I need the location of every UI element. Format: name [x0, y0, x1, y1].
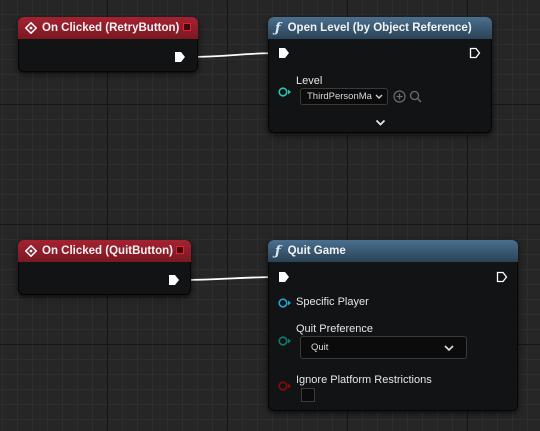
retry-event-title: On Clicked (RetryButton) [42, 22, 180, 34]
level-asset-value: ThirdPersonMa [307, 91, 372, 102]
quit-event-title: On Clicked (QuitButton) [42, 245, 173, 257]
quit-game-exec-out-pin[interactable] [496, 271, 508, 283]
quit-preference-dropdown[interactable]: Quit [300, 336, 467, 359]
quit-game-exec-in-pin[interactable] [278, 271, 290, 283]
plus-circle-icon[interactable] [393, 90, 406, 103]
open-level-title: Open Level (by Object Reference) [287, 22, 472, 34]
expand-node-chevron-icon[interactable] [375, 119, 386, 127]
retry-delegate-pin[interactable] [183, 23, 191, 31]
level-object-pin[interactable] [278, 87, 292, 97]
quit-event-node[interactable]: On Clicked (QuitButton) [18, 240, 191, 295]
quit-game-node[interactable]: ƒ Quit Game Specific Player Quit Prefere… [268, 240, 518, 411]
magnifier-icon[interactable] [409, 90, 422, 103]
level-asset-dropdown[interactable]: ThirdPersonMa [300, 88, 388, 105]
quit-preference-value: Quit [311, 342, 329, 353]
exec-wire-quit [179, 276, 283, 281]
ignore-platform-label: Ignore Platform Restrictions [296, 374, 432, 386]
quit-exec-out-pin[interactable] [168, 274, 180, 286]
chevron-down-icon [444, 345, 454, 352]
ignore-platform-checkbox[interactable] [301, 388, 315, 402]
retry-exec-out-pin[interactable] [174, 51, 186, 63]
function-f-icon: ƒ [275, 243, 281, 259]
retry-event-node[interactable]: On Clicked (RetryButton) [18, 17, 198, 72]
level-label: Level [296, 75, 323, 87]
quit-preference-pin[interactable] [278, 336, 292, 346]
event-diamond-icon [25, 22, 37, 34]
quit-preference-label: Quit Preference [296, 323, 374, 335]
chevron-down-icon [375, 94, 383, 99]
quit-delegate-pin[interactable] [176, 246, 184, 254]
quit-game-header[interactable]: ƒ Quit Game [268, 240, 518, 262]
open-level-node[interactable]: ƒ Open Level (by Object Reference) Level… [268, 17, 492, 133]
function-f-icon: ƒ [275, 20, 281, 36]
quit-game-title: Quit Game [287, 245, 346, 257]
specific-player-label: Specific Player [296, 296, 369, 308]
open-level-exec-in-pin[interactable] [278, 47, 290, 59]
quit-event-header[interactable]: On Clicked (QuitButton) [18, 240, 191, 262]
event-diamond-icon [25, 245, 37, 257]
open-level-exec-out-pin[interactable] [469, 47, 481, 59]
open-level-header[interactable]: ƒ Open Level (by Object Reference) [268, 17, 492, 39]
retry-event-header[interactable]: On Clicked (RetryButton) [18, 17, 198, 39]
specific-player-pin[interactable] [278, 298, 292, 308]
ignore-platform-pin[interactable] [278, 381, 292, 391]
